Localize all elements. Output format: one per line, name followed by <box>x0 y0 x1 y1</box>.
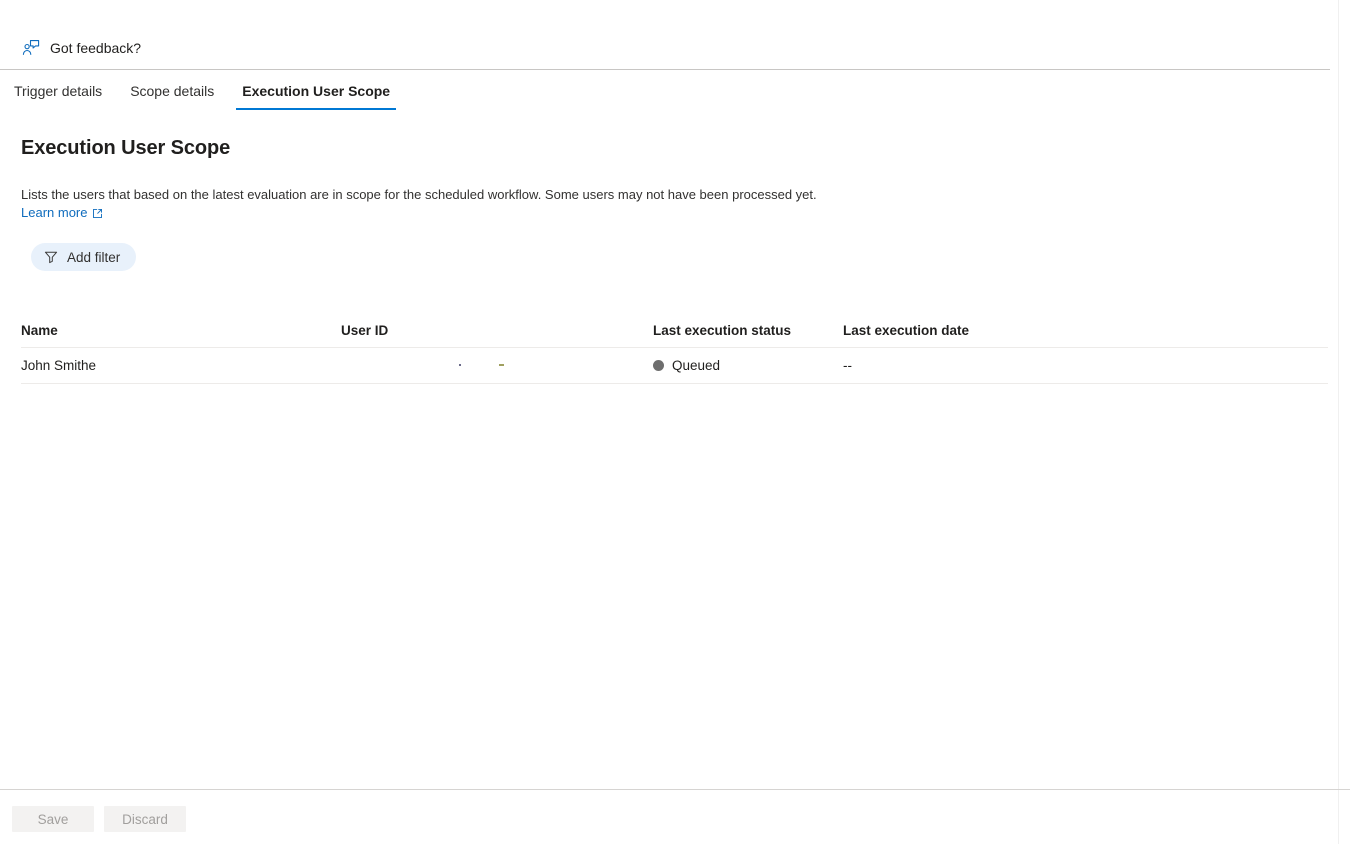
description-text: Lists the users that based on the latest… <box>21 187 817 202</box>
column-header-last-execution-date[interactable]: Last execution date <box>843 323 1043 338</box>
column-header-user-id[interactable]: User ID <box>341 323 653 338</box>
learn-more-label: Learn more <box>21 205 88 220</box>
panel-right-edge <box>1338 0 1339 844</box>
got-feedback-link[interactable]: Got feedback? <box>21 38 141 58</box>
cell-user-id <box>341 358 653 374</box>
discard-button[interactable]: Discard <box>104 806 186 832</box>
tab-bar: Trigger details Scope details Execution … <box>0 76 404 110</box>
cell-last-execution-status: Queued <box>653 358 843 374</box>
redacted-user-id <box>341 358 643 374</box>
tab-label: Trigger details <box>14 83 103 99</box>
footer-action-bar: Save Discard <box>12 806 186 832</box>
cell-last-execution-date: -- <box>843 358 852 373</box>
status-badge: Queued <box>653 358 720 373</box>
save-button[interactable]: Save <box>12 806 94 832</box>
page-title: Execution User Scope <box>21 137 231 159</box>
filter-funnel-icon <box>44 250 58 264</box>
cell-name: John Smithe <box>21 358 97 373</box>
learn-more-link[interactable]: Learn more <box>21 204 103 222</box>
section-description: Lists the users that based on the latest… <box>21 186 921 222</box>
feedback-person-icon <box>21 38 41 58</box>
add-filter-label: Add filter <box>67 249 121 265</box>
table-row[interactable]: John Smithe Queued -- <box>21 348 1328 384</box>
external-link-icon <box>92 208 103 219</box>
table-header-row: Name User ID Last execution status Last … <box>21 314 1328 348</box>
column-header-name[interactable]: Name <box>21 323 341 338</box>
tab-label: Scope details <box>130 83 215 99</box>
got-feedback-label: Got feedback? <box>50 40 142 56</box>
footer-divider <box>0 789 1350 790</box>
tab-execution-user-scope[interactable]: Execution User Scope <box>228 76 404 110</box>
status-label: Queued <box>672 357 721 373</box>
add-filter-button[interactable]: Add filter <box>31 243 137 271</box>
header-divider <box>0 69 1330 70</box>
tab-scope-details[interactable]: Scope details <box>116 76 228 106</box>
tab-trigger-details[interactable]: Trigger details <box>0 76 116 106</box>
execution-user-scope-page: Got feedback? Trigger details Scope deta… <box>0 0 1350 844</box>
status-dot-icon <box>653 359 664 371</box>
column-header-last-execution-status[interactable]: Last execution status <box>653 323 843 338</box>
tab-label: Execution User Scope <box>242 83 391 99</box>
execution-user-scope-table: Name User ID Last execution status Last … <box>21 314 1328 384</box>
